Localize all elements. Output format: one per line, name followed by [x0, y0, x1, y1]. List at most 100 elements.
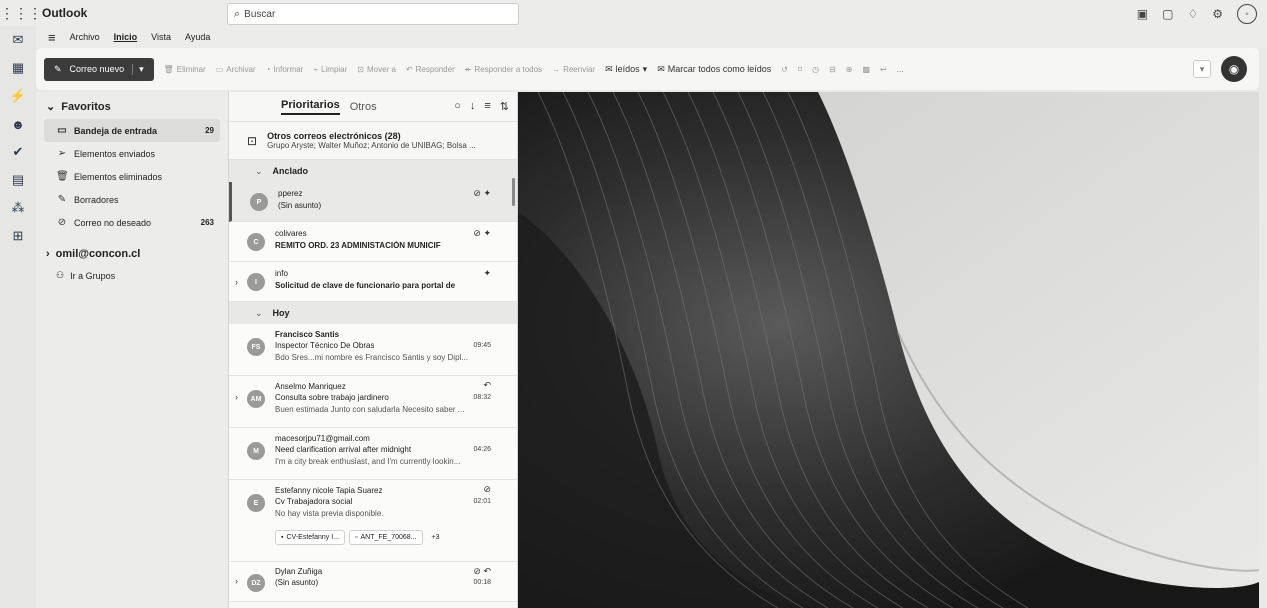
mail-icon[interactable]: ✉ — [0, 26, 36, 54]
menu-vista[interactable]: Vista — [151, 32, 171, 42]
pdf-icon: ▪ — [281, 534, 284, 541]
filter-icon[interactable]: ≡ — [484, 100, 490, 113]
title-actions: ▣ ▢ ♢ ⚙ ◦ — [1137, 4, 1257, 24]
undo-arrow-icon[interactable]: ↩ — [880, 65, 887, 74]
menu-inicio[interactable]: Inicio — [114, 32, 138, 42]
rules-icon[interactable]: ⊟ — [829, 65, 836, 74]
folder-drafts[interactable]: ✎ Borradores — [44, 188, 220, 211]
jump-icon[interactable]: ↓ — [470, 100, 476, 113]
move-button[interactable]: ⊡ Mover a — [357, 65, 396, 74]
avatar: E — [247, 494, 265, 512]
pin-icon[interactable]: ✦ — [483, 268, 491, 279]
store-icon[interactable]: ▣ — [1137, 7, 1148, 21]
list-item[interactable]: › DZ Dylan Zuñiga (Sin asunto) ⊘ ↶ 00:18 — [229, 562, 517, 602]
folder-label: Correo no deseado — [74, 217, 152, 228]
forward-button[interactable]: → Reenviar — [552, 65, 595, 74]
apps-icon[interactable]: ⁂ — [0, 194, 36, 222]
folder-sent[interactable]: ➢ Elementos enviados — [44, 142, 220, 165]
search-icon: ⌕ — [234, 7, 241, 20]
chevron-down-icon: ⌄ — [46, 101, 56, 113]
section-today[interactable]: ⌄ Hoy — [229, 302, 517, 324]
subject: Consulta sobre trabajo jardinero — [275, 393, 389, 402]
app-launcher-icon[interactable]: ⋮⋮⋮ — [0, 5, 42, 22]
attachment-chip[interactable]: ▪ CV-Estefanny I... — [275, 530, 346, 545]
shield-icon: ◔ — [265, 64, 271, 74]
sweep-button[interactable]: ⌁ Limpiar — [313, 65, 347, 74]
pin-icon[interactable]: ⊘ ✦ — [473, 228, 491, 239]
paperclip-icon: ⊘ — [483, 484, 491, 494]
select-icon[interactable]: ○ — [454, 100, 461, 113]
broom-icon: ⌁ — [313, 64, 319, 74]
hamburger-icon[interactable]: ≡ — [48, 30, 56, 45]
reply-all-button[interactable]: ↞ Responder a todos — [465, 65, 542, 74]
sort-icon[interactable]: ⇅ — [500, 100, 509, 113]
list-item[interactable]: C colivares REMITO ORD. 23 ADMINISTACIÓN… — [229, 222, 517, 262]
folder-junk[interactable]: ⊘ Correo no deseado 263 — [44, 211, 220, 234]
attachments: ▪ CV-Estefanny I... ▫ ANT_FE_70068... +3 — [275, 530, 445, 545]
section-pinned[interactable]: ⌄ Anclado — [229, 160, 517, 182]
tag-icon[interactable]: ⌑ — [798, 65, 802, 74]
calendar-icon[interactable]: ▦ — [0, 54, 36, 82]
files-icon[interactable]: ▤ — [0, 166, 36, 194]
folder-pane: ⌄ Favoritos ▭ Bandeja de entrada 29 ➢ El… — [36, 92, 228, 608]
account-header[interactable]: › omil@concon.cl — [44, 234, 220, 270]
list-tools: ○ ↓ ≡ ⇅ — [454, 100, 509, 113]
reply-label: Responder — [415, 64, 455, 74]
mark-all-read-button[interactable]: ✉ Marcar todos como leídos — [657, 64, 771, 75]
list-item[interactable]: E Estefanny nicole Tapia Suarez Cv Traba… — [229, 480, 517, 562]
feedback-icon[interactable]: ▢ — [1162, 7, 1173, 21]
folder-deleted[interactable]: 🗑 Elementos eliminados — [44, 165, 220, 188]
tab-focused[interactable]: Prioritarios — [281, 99, 340, 115]
pencil-icon: ✎ — [57, 194, 67, 205]
settings-icon[interactable]: ⚙ — [1212, 7, 1223, 21]
tab-other[interactable]: Otros — [350, 101, 377, 113]
chevron-right-icon[interactable]: › — [235, 576, 238, 586]
search-box[interactable]: ⌕ Buscar — [227, 3, 519, 25]
chevron-right-icon[interactable]: › — [235, 392, 238, 402]
copilot-icon[interactable]: ◉ — [1221, 56, 1247, 82]
grid-icon[interactable]: ▩ — [862, 65, 870, 74]
clock-icon[interactable]: ◷ — [812, 65, 819, 74]
groups-label: Ir a Grupos — [70, 270, 116, 281]
subject: REMITO ORD. 23 ADMINISTACIÓN MUNICIF — [275, 241, 441, 250]
todo-icon[interactable]: ✔ — [0, 138, 36, 166]
sender-name: macesorjpu71@gmail.com — [275, 434, 370, 443]
list-item[interactable]: › I info Solicitud de clave de funcionar… — [229, 262, 517, 302]
scrollbar-thumb[interactable] — [512, 178, 515, 206]
move-label: Mover a — [367, 64, 396, 74]
message-list: Prioritarios Otros ○ ↓ ≡ ⇅ ⊡ Otros corre… — [228, 92, 518, 608]
more-attachments[interactable]: +3 — [427, 530, 445, 545]
new-mail-button[interactable]: ✎ Correo nuevo ▾ — [44, 57, 154, 81]
chevron-right-icon[interactable]: › — [235, 277, 238, 287]
attachment-chip[interactable]: ▫ ANT_FE_70068... — [349, 530, 423, 545]
ribbon-expand-icon[interactable]: ▾ — [1193, 60, 1211, 78]
timestamp: 09:45 — [473, 342, 491, 349]
reply-button[interactable]: ↶ Responder — [406, 65, 455, 74]
list-item[interactable]: M macesorjpu71@gmail.com Need clarificat… — [229, 428, 517, 480]
bell-icon[interactable]: ♢ — [1187, 7, 1198, 21]
read-button[interactable]: ✉ leídos ▾ — [605, 64, 647, 75]
menu-archivo[interactable]: Archivo — [70, 32, 100, 42]
pin-icon[interactable]: ⊘ ✦ — [473, 188, 491, 199]
chevron-down-icon[interactable]: ▾ — [132, 63, 144, 75]
account-icon[interactable]: ◦ — [1237, 4, 1257, 24]
other-mail-banner[interactable]: ⊡ Otros correos electrónicos (28) Grupo … — [229, 122, 517, 160]
groups-link[interactable]: ⚇ Ir a Grupos — [44, 270, 220, 281]
list-item[interactable]: FS Francisco Santis Inspector Técnico De… — [229, 324, 517, 376]
menu-ayuda[interactable]: Ayuda — [185, 32, 210, 42]
undo-icon[interactable]: ↺ — [781, 65, 788, 74]
favorites-header[interactable]: ⌄ Favoritos — [44, 96, 220, 119]
delete-button[interactable]: 🗑 Eliminar — [164, 65, 206, 74]
report-button[interactable]: ◔ Informar — [266, 65, 304, 74]
sender-name: colivares — [275, 229, 307, 238]
archive-button[interactable]: ▭ Archivar — [216, 65, 256, 74]
list-item[interactable]: › AM Anselmo Manriquez Consulta sobre tr… — [229, 376, 517, 428]
list-item[interactable]: P pperez (Sin asunto) ⊘ ✦ — [229, 182, 517, 222]
more-options-button[interactable]: ... — [897, 65, 904, 74]
folder-inbox[interactable]: ▭ Bandeja de entrada 29 — [44, 119, 220, 142]
people-icon[interactable]: ☻ — [0, 110, 36, 138]
bolt-icon[interactable]: ⚡ — [0, 82, 36, 110]
more-apps-icon[interactable]: ⊞ — [0, 222, 36, 250]
translate-icon[interactable]: ⊕ — [846, 65, 853, 74]
chevron-right-icon: › — [46, 248, 50, 260]
